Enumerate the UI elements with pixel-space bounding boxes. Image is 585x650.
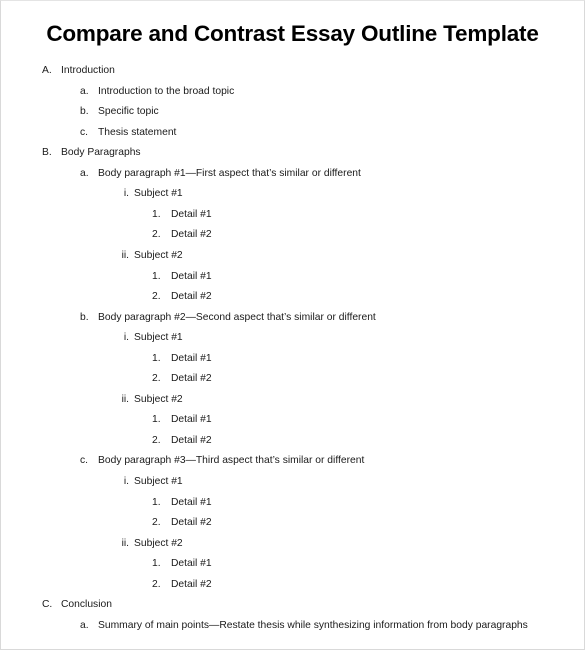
outline-text: Thesis statement bbox=[98, 126, 177, 138]
outline-text: Body Paragraphs bbox=[61, 147, 141, 159]
outline-text: Detail #1 bbox=[171, 352, 212, 364]
outline-marker: a. bbox=[80, 85, 89, 97]
outline-marker: 1. bbox=[152, 208, 161, 220]
outline-text: Body paragraph #1—First aspect that’s si… bbox=[98, 167, 361, 179]
outline-marker: 2. bbox=[152, 578, 161, 590]
outline-text: Body paragraph #2—Second aspect that’s s… bbox=[98, 311, 376, 323]
outline-text: Summary of main points—Restate thesis wh… bbox=[98, 619, 528, 631]
outline-text: Subject #2 bbox=[134, 393, 183, 405]
outline-text: Subject #2 bbox=[134, 537, 183, 549]
outline-marker: 1. bbox=[152, 558, 161, 570]
outline-text: Subject #1 bbox=[134, 188, 183, 200]
document-page: Compare and Contrast Essay Outline Templ… bbox=[0, 0, 585, 650]
outline-marker: b. bbox=[80, 311, 89, 323]
outline-marker: 2. bbox=[152, 434, 161, 446]
outline-marker: 1. bbox=[152, 496, 161, 508]
outline-marker: i. bbox=[123, 188, 129, 200]
outline-marker: 1. bbox=[152, 414, 161, 426]
outline-marker: i. bbox=[123, 332, 129, 344]
outline-text: Detail #1 bbox=[171, 558, 212, 570]
outline-marker: ii. bbox=[121, 537, 129, 549]
outline-marker: 2. bbox=[152, 291, 161, 303]
outline-marker: c. bbox=[80, 455, 89, 467]
document-title: Compare and Contrast Essay Outline Templ… bbox=[46, 21, 539, 46]
outline-text: Detail #1 bbox=[171, 496, 212, 508]
outline-text: Detail #2 bbox=[171, 434, 212, 446]
outline-text: Subject #1 bbox=[134, 332, 183, 344]
outline-marker: 1. bbox=[152, 352, 161, 364]
outline-text: Detail #1 bbox=[171, 208, 212, 220]
outline-text: Detail #1 bbox=[171, 414, 212, 426]
outline-marker: A. bbox=[42, 65, 52, 76]
outline-marker: C. bbox=[42, 599, 53, 611]
outline-marker: a. bbox=[80, 167, 89, 179]
outline-text: Detail #2 bbox=[171, 517, 212, 529]
outline-text: Conclusion bbox=[61, 599, 112, 611]
outline-text: Specific topic bbox=[98, 106, 159, 118]
outline-marker: 2. bbox=[152, 373, 161, 385]
outline-marker: 2. bbox=[152, 517, 161, 529]
outline-marker: a. bbox=[80, 619, 89, 631]
outline-marker: i. bbox=[123, 476, 129, 487]
outline-text: Detail #2 bbox=[171, 291, 212, 303]
outline-marker: ii. bbox=[121, 249, 129, 261]
outline-text: Detail #2 bbox=[171, 229, 212, 241]
outline-text: Body paragraph #3—Third aspect that’s si… bbox=[98, 455, 365, 467]
outline-text: Subject #2 bbox=[134, 249, 183, 261]
outline-marker: c. bbox=[80, 126, 89, 138]
outline-text: Detail #2 bbox=[171, 578, 212, 590]
outline-text: Introduction to the broad topic bbox=[98, 85, 235, 97]
outline-text: Detail #1 bbox=[171, 270, 212, 282]
outline-marker: ii. bbox=[121, 393, 129, 405]
outline-marker: 2. bbox=[152, 229, 161, 241]
outline-text: Introduction bbox=[61, 65, 115, 76]
outline-marker: b. bbox=[80, 106, 89, 118]
outline-text: Detail #2 bbox=[171, 373, 212, 385]
outline-marker: B. bbox=[42, 147, 52, 159]
outline-text: Subject #1 bbox=[134, 476, 183, 487]
outline-marker: 1. bbox=[152, 270, 161, 282]
